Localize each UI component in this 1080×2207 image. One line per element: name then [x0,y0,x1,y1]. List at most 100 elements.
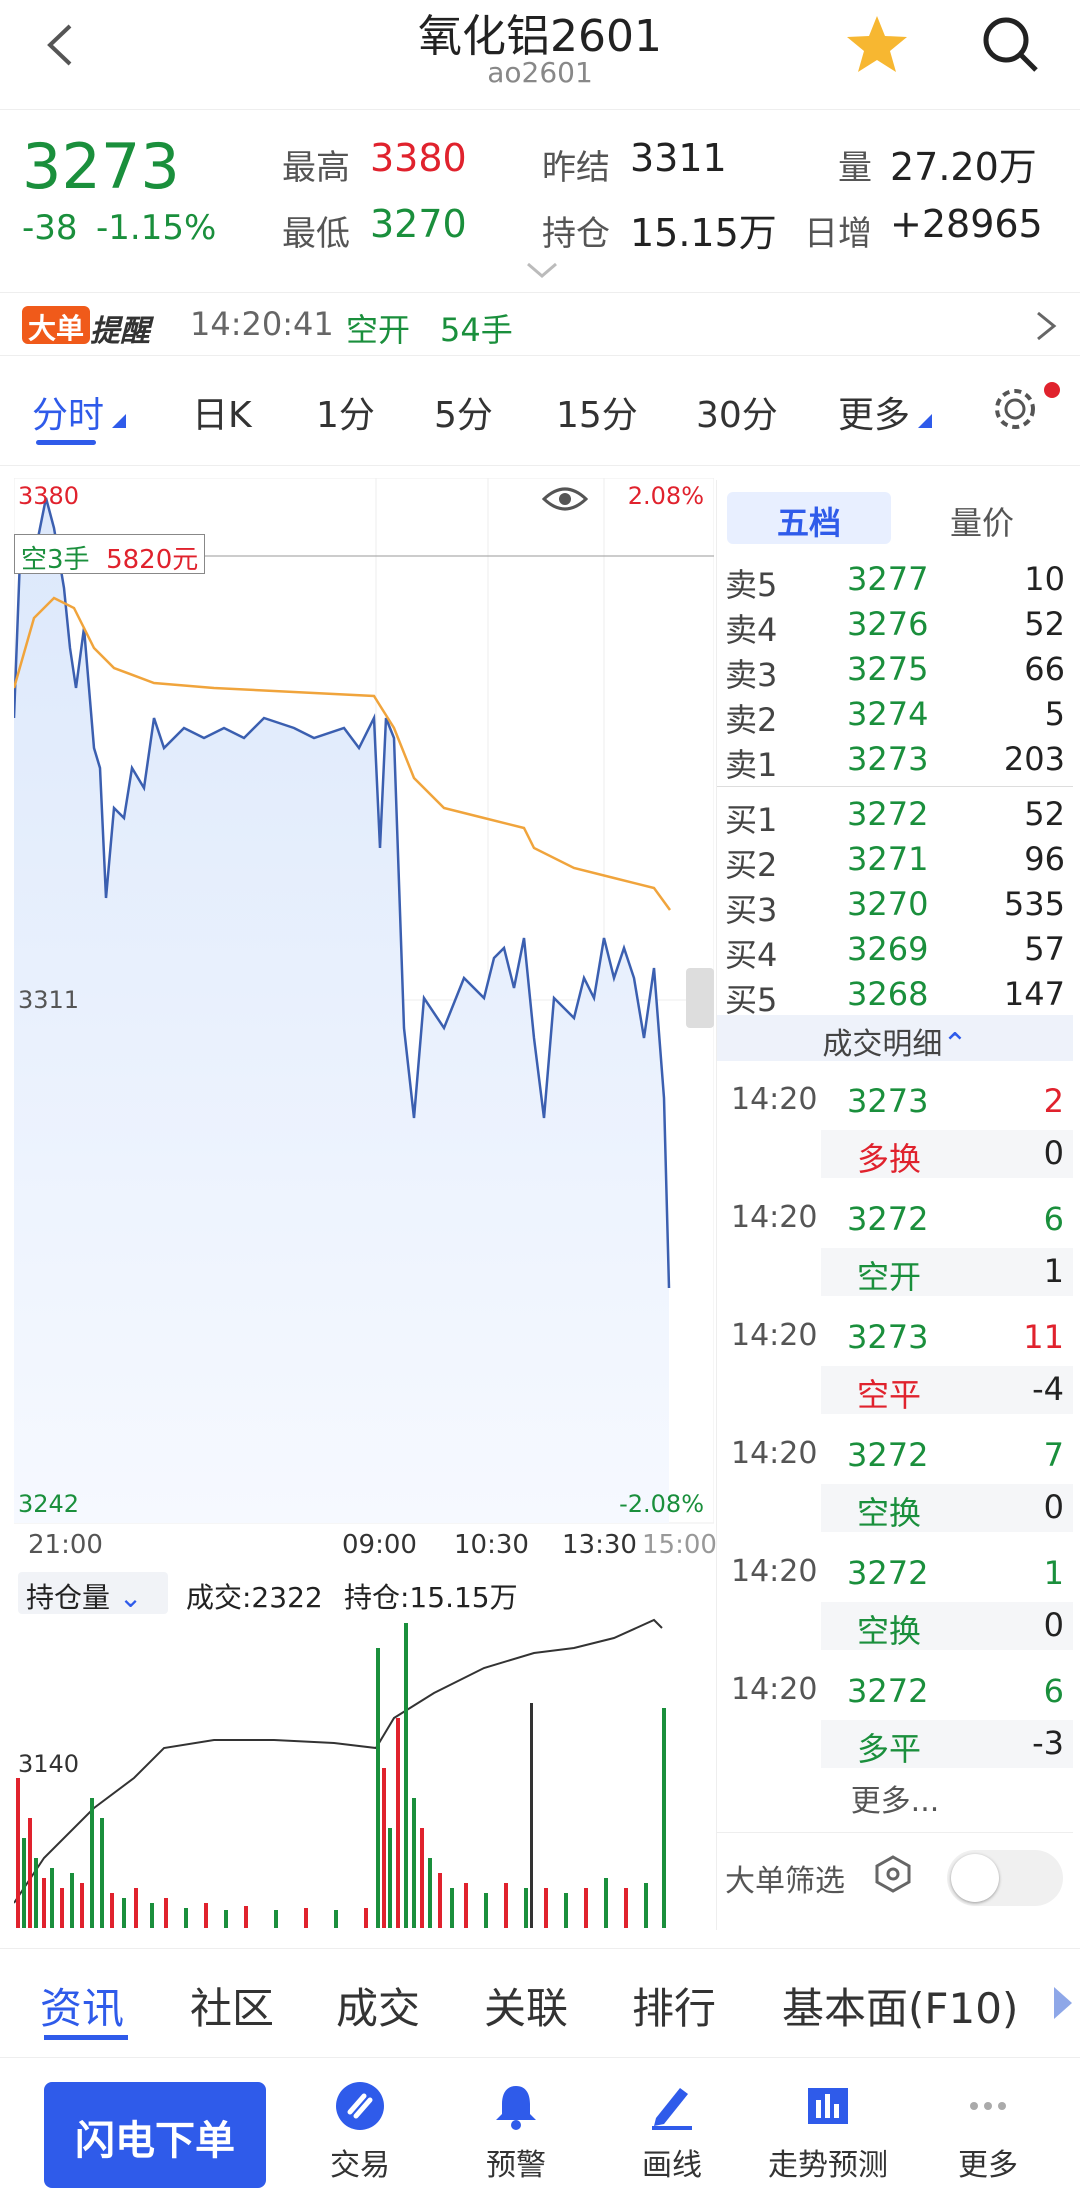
bid-row: 买3 3270 535 [717,885,1073,930]
trade-volume: 7 [1043,1436,1064,1474]
nav-draw-label: 画线 [642,2148,702,2183]
intraday-chart[interactable]: 3380 3311 3242 2.08% -2.08% 空3手 5820元 21… [14,478,717,1928]
bid-row: 买5 3268 147 [717,975,1073,1020]
trade-oi-change: 0 [1043,1488,1064,1526]
nav-trade-label: 交易 [330,2148,390,2183]
time-label-0900: 09:00 [342,1530,417,1560]
bottom-toolbar: 闪电下单 交易 预警 画线 走势预测 更多 [0,2060,1080,2207]
tab-more[interactable]: 更多 [838,386,910,438]
time-label-1030: 10:30 [454,1530,529,1560]
more-trades-link[interactable]: 更多... [717,1776,1073,1820]
chart-svg [14,478,714,1928]
sub-open-interest: 持仓:15.15万 [344,1581,518,1614]
trade-volume: 6 [1043,1672,1064,1710]
large-order-toggle[interactable] [947,1850,1063,1906]
sub-indicator-selector[interactable]: 持仓量 ⌄ [18,1572,168,1614]
more-dots-icon [970,2102,1006,2110]
trade-detail-header[interactable]: 成交明细⌃ [717,1015,1073,1062]
time-label-start: 21:00 [28,1530,103,1560]
active-tab-indicator [44,2035,128,2040]
side-panel-toggle[interactable] [686,968,714,1028]
tab-15min[interactable]: 15分 [556,386,638,438]
tab-ranking[interactable]: 排行 [632,1975,716,2036]
nav-alert[interactable]: 预警 [446,2080,586,2184]
flash-order-button[interactable]: 闪电下单 [44,2082,266,2188]
eye-icon[interactable] [542,484,588,514]
ask-level: 卖3 [725,656,778,694]
open-interest-value: 15.15万 [630,211,777,255]
nav-more[interactable]: 更多 [918,2080,1058,2184]
ask-level: 卖4 [725,611,778,649]
tab-volume-price[interactable]: 量价 [907,498,1057,544]
divider [717,1832,1073,1833]
tab-intraday[interactable]: 分时 [32,386,104,438]
volume-value: 27.20万 [890,145,1037,189]
low-label: 最低 [282,214,350,254]
bid-volume: 52 [1024,795,1065,833]
trade-type: 空平 [857,1376,922,1414]
scroll-right-icon[interactable] [1050,1985,1074,2021]
tab-five-levels[interactable]: 五档 [727,492,891,544]
pct-axis-top: 2.08% [627,482,704,510]
trade-type: 多平 [857,1730,922,1768]
low-value: 3270 [370,202,467,246]
chevron-up-icon: ⌃ [942,1027,968,1062]
favorite-star-icon[interactable] [845,12,909,76]
bid-level: 买2 [725,846,778,884]
nav-draw[interactable]: 画线 [602,2080,742,2184]
bid-volume: 535 [1003,885,1065,923]
trade-marker: 空3手 5820元 [14,534,206,575]
trade-price: 3272 [847,1436,929,1474]
trade-time: 14:20 [731,1082,818,1117]
trade-time: 14:20 [731,1200,818,1235]
filter-settings-icon[interactable] [873,1854,913,1894]
tab-5min[interactable]: 5分 [434,386,493,438]
prev-settle-label: 昨结 [542,148,610,188]
bid-row: 买2 3271 96 [717,840,1073,885]
tab-daily-k[interactable]: 日K [192,386,252,438]
nav-forecast[interactable]: 走势预测 [758,2080,898,2184]
gear-icon[interactable] [990,384,1040,434]
alert-badge: 大单 [22,306,91,345]
trade-detail-title: 成交明细 [822,1027,943,1062]
daily-increase-label: 日增 [804,214,872,254]
search-icon[interactable] [978,12,1042,76]
ask-volume: 66 [1024,650,1065,688]
tab-dropdown-icon [112,414,126,428]
trade-oi-change: -4 [1032,1370,1064,1408]
tab-fundamentals[interactable]: 基本面(F10) [782,1975,1018,2036]
trade-type: 多换 [857,1140,922,1178]
order-book: 五档 量价 卖5 3277 10 卖4 3276 52 卖3 3275 66 卖2 3274 5 卖1 3… [716,480,1073,1930]
sub-indicator-label: 持仓量 [26,1581,111,1614]
nav-trade[interactable]: 交易 [290,2080,430,2184]
ask-volume: 10 [1024,560,1065,598]
prev-settle-value: 3311 [630,136,727,180]
tab-news[interactable]: 资讯 [40,1975,124,2036]
y-axis-bottom: 3242 [18,1490,80,1518]
tab-1min[interactable]: 1分 [316,386,375,438]
chevron-right-icon[interactable] [1030,309,1060,343]
nav-alert-label: 预警 [486,2148,546,2183]
ask-level: 卖1 [725,746,778,784]
trade-oi-change: 1 [1043,1252,1064,1290]
large-order-alert[interactable]: 大单 提醒 14:20:41 空开 54手 [0,292,1080,356]
trade-price: 3273 [847,1318,929,1356]
chevron-down-icon[interactable] [524,260,560,280]
ask-price: 3275 [847,650,929,688]
tab-30min[interactable]: 30分 [696,386,778,438]
trade-volume: 2 [1043,1082,1064,1120]
tab-related[interactable]: 关联 [484,1975,568,2036]
pen-icon [652,2088,692,2130]
ask-volume: 5 [1044,695,1065,733]
book-chart-icon [808,2088,848,2124]
trade-volume: 6 [1043,1200,1064,1238]
tab-trades[interactable]: 成交 [336,1975,420,2036]
notification-dot [1044,382,1060,398]
bid-price: 3268 [847,975,929,1013]
sub-y-label: 3140 [18,1750,80,1778]
price-change: -38 [22,208,78,248]
tab-community[interactable]: 社区 [190,1975,274,2036]
trade-price: 3272 [847,1554,929,1592]
trade-oi-change: 0 [1043,1134,1064,1172]
active-tab-indicator [36,440,96,445]
